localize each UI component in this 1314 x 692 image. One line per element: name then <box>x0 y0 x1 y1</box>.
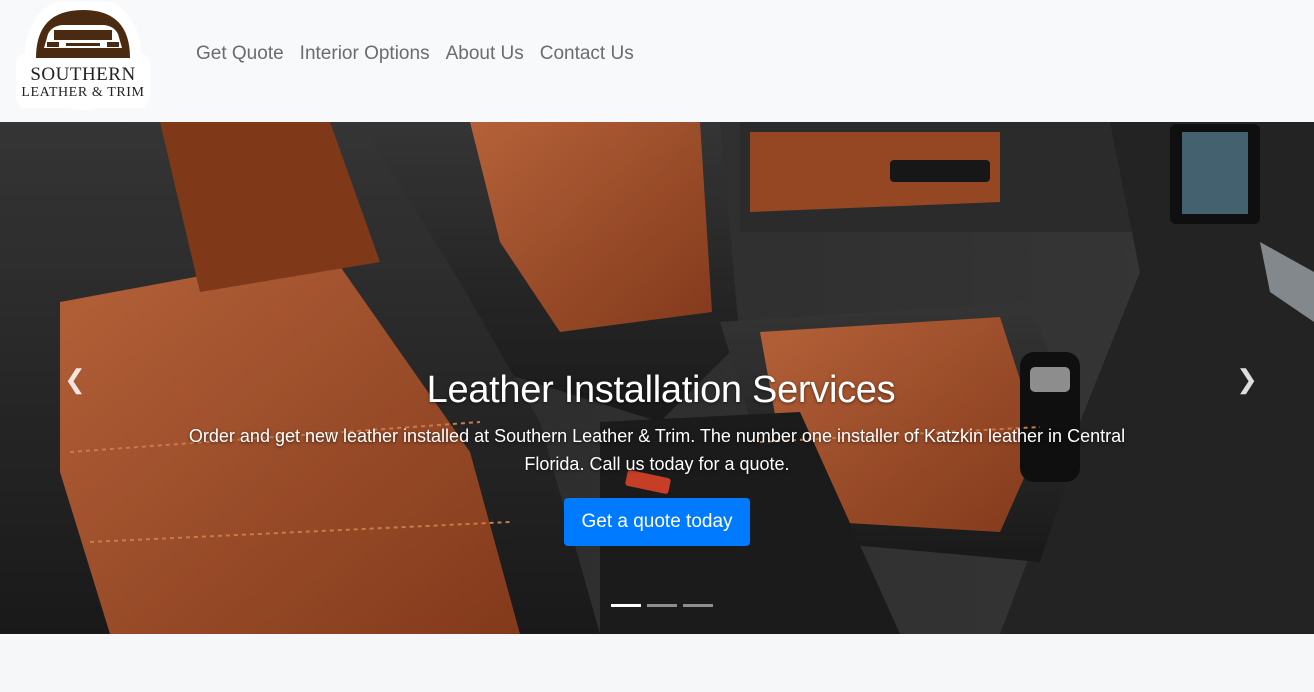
brand-tagline: LEATHER & TRIM <box>21 85 145 100</box>
hero-caption: Leather Installation Services Order and … <box>0 366 1314 546</box>
carousel-indicators <box>611 604 719 607</box>
nav-get-quote[interactable]: Get Quote <box>196 42 284 66</box>
hero-carousel: ❮ ❯ Leather Installation Services Order … <box>0 122 1314 634</box>
get-quote-button[interactable]: Get a quote today <box>564 498 750 546</box>
main-nav: Get Quote Interior Options About Us Cont… <box>196 42 650 66</box>
carousel-indicator[interactable] <box>647 604 677 607</box>
carousel-indicator[interactable] <box>611 604 641 607</box>
page-content-area <box>0 634 1314 692</box>
carousel-indicator[interactable] <box>683 604 713 607</box>
brand-name: SOUTHERN <box>30 64 136 85</box>
nav-about-us[interactable]: About Us <box>446 42 524 66</box>
nav-interior-options[interactable]: Interior Options <box>300 42 430 66</box>
navbar: SOUTHERN LEATHER & TRIM Get Quote Interi… <box>0 0 1314 122</box>
nav-contact-us[interactable]: Contact Us <box>540 42 634 66</box>
brand-logo[interactable]: SOUTHERN LEATHER & TRIM <box>14 2 152 112</box>
hero-title: Leather Installation Services <box>426 369 896 411</box>
hero-description: Order and get new leather installed at S… <box>188 426 1126 474</box>
